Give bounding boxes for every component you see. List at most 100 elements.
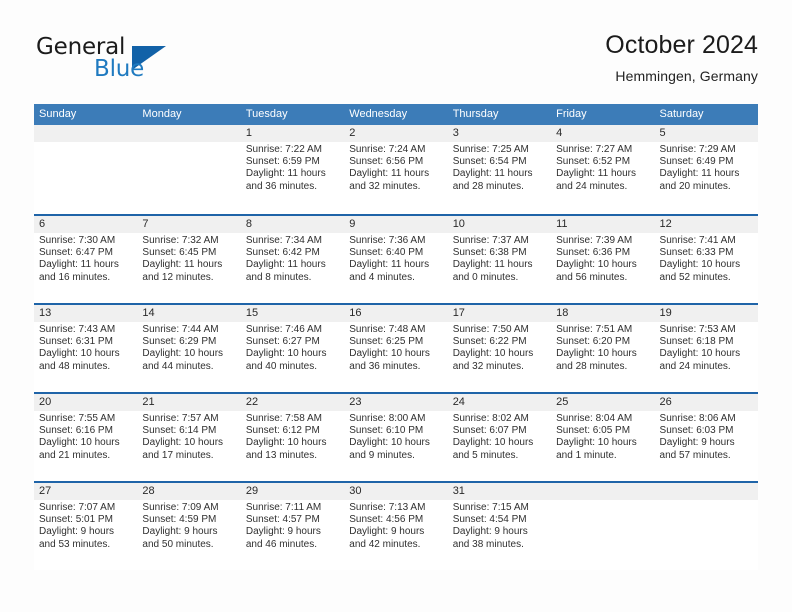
- day-sun-details: Sunrise: 8:00 AM Sunset: 6:10 PM Dayligh…: [349, 413, 430, 461]
- page-title: October 2024: [605, 31, 758, 59]
- day-cell-29[interactable]: 29 Sunrise: 7:11 AM Sunset: 4:57 PM Dayli…: [240, 483, 345, 570]
- day-number: 26: [654, 394, 758, 411]
- weekday-header-friday: Friday: [556, 108, 587, 120]
- day-sun-details: Sunrise: 7:07 AM Sunset: 5:01 PM Dayligh…: [39, 502, 116, 550]
- day-number: 22: [240, 394, 345, 411]
- day-sun-details: Sunrise: 7:34 AM Sunset: 6:42 PM Dayligh…: [245, 235, 326, 283]
- general-blue-logo[interactable]: General Blue: [34, 34, 224, 92]
- day-cell-9[interactable]: 9 Sunrise: 7:36 AM Sunset: 6:40 PM Daylig…: [344, 216, 448, 303]
- day-sun-details: Sunrise: 7:11 AM Sunset: 4:57 PM Dayligh…: [245, 502, 322, 550]
- day-number: 25: [551, 394, 655, 411]
- location-subtitle: Hemmingen, Germany: [615, 68, 758, 84]
- day-cell-12[interactable]: 12 Sunrise: 7:41 AM Sunset: 6:33 PM Dayli…: [654, 216, 758, 303]
- day-sun-details: Sunrise: 8:04 AM Sunset: 6:05 PM Dayligh…: [556, 413, 637, 461]
- day-number: 10: [447, 216, 552, 233]
- day-sun-details: Sunrise: 7:51 AM Sunset: 6:20 PM Dayligh…: [556, 324, 637, 372]
- day-cell-18[interactable]: 18 Sunrise: 7:51 AM Sunset: 6:20 PM Dayli…: [551, 305, 655, 392]
- day-cell-28[interactable]: 28 Sunrise: 7:09 AM Sunset: 4:59 PM Dayli…: [137, 483, 241, 570]
- day-cell-10[interactable]: 10 Sunrise: 7:37 AM Sunset: 6:38 PM Dayli…: [447, 216, 552, 303]
- day-number: 16: [344, 305, 448, 322]
- day-sun-details: Sunrise: 8:06 AM Sunset: 6:03 PM Dayligh…: [659, 413, 736, 461]
- day-number: 19: [654, 305, 758, 322]
- day-number: [551, 483, 655, 500]
- day-cell-7[interactable]: 7 Sunrise: 7:32 AM Sunset: 6:45 PM Daylig…: [137, 216, 241, 303]
- day-sun-details: Sunrise: 7:39 AM Sunset: 6:36 PM Dayligh…: [556, 235, 637, 283]
- day-cell-8[interactable]: 8 Sunrise: 7:34 AM Sunset: 6:42 PM Daylig…: [240, 216, 345, 303]
- day-cell-14[interactable]: 14 Sunrise: 7:44 AM Sunset: 6:29 PM Dayli…: [137, 305, 241, 392]
- day-cell-30[interactable]: 30 Sunrise: 7:13 AM Sunset: 4:56 PM Dayli…: [344, 483, 448, 570]
- calendar-week-row: 1 Sunrise: 7:22 AM Sunset: 6:59 PM Daylig…: [34, 125, 758, 214]
- day-sun-details: Sunrise: 7:55 AM Sunset: 6:16 PM Dayligh…: [39, 413, 120, 461]
- day-cell-13[interactable]: 13 Sunrise: 7:43 AM Sunset: 6:31 PM Dayli…: [34, 305, 138, 392]
- day-number: 30: [344, 483, 448, 500]
- logo-text-blue: Blue: [94, 56, 145, 82]
- day-cell-15[interactable]: 15 Sunrise: 7:46 AM Sunset: 6:27 PM Dayli…: [240, 305, 345, 392]
- day-cell-24[interactable]: 24 Sunrise: 8:02 AM Sunset: 6:07 PM Dayli…: [447, 394, 552, 481]
- calendar-weeks: 1 Sunrise: 7:22 AM Sunset: 6:59 PM Daylig…: [34, 125, 758, 570]
- day-number: [137, 125, 241, 142]
- day-number: 8: [240, 216, 345, 233]
- day-number: 29: [240, 483, 345, 500]
- day-number: 24: [447, 394, 552, 411]
- day-sun-details: Sunrise: 7:22 AM Sunset: 6:59 PM Dayligh…: [245, 144, 326, 192]
- day-cell-16[interactable]: 16 Sunrise: 7:48 AM Sunset: 6:25 PM Dayli…: [344, 305, 448, 392]
- day-sun-details: Sunrise: 7:09 AM Sunset: 4:59 PM Dayligh…: [142, 502, 219, 550]
- weekday-header-tuesday: Tuesday: [245, 108, 288, 120]
- day-sun-details: Sunrise: 7:29 AM Sunset: 6:49 PM Dayligh…: [659, 144, 740, 192]
- day-cell-5[interactable]: 5 Sunrise: 7:29 AM Sunset: 6:49 PM Daylig…: [654, 125, 758, 214]
- day-cell-22[interactable]: 22 Sunrise: 7:58 AM Sunset: 6:12 PM Dayli…: [240, 394, 345, 481]
- day-sun-details: [655, 500, 758, 502]
- day-number: 7: [137, 216, 241, 233]
- day-sun-details: Sunrise: 7:25 AM Sunset: 6:54 PM Dayligh…: [452, 144, 533, 192]
- day-number: [654, 483, 758, 500]
- day-sun-details: Sunrise: 7:24 AM Sunset: 6:56 PM Dayligh…: [349, 144, 430, 192]
- day-cell-6[interactable]: 6 Sunrise: 7:30 AM Sunset: 6:47 PM Daylig…: [34, 216, 138, 303]
- day-cell-20[interactable]: 20 Sunrise: 7:55 AM Sunset: 6:16 PM Dayli…: [34, 394, 138, 481]
- calendar-week-row: 27 Sunrise: 7:07 AM Sunset: 5:01 PM Dayli…: [34, 481, 758, 570]
- day-number: 2: [344, 125, 448, 142]
- day-cell-19[interactable]: 19 Sunrise: 7:53 AM Sunset: 6:18 PM Dayli…: [654, 305, 758, 392]
- day-cell-4[interactable]: 4 Sunrise: 7:27 AM Sunset: 6:52 PM Daylig…: [551, 125, 655, 214]
- day-number: 23: [344, 394, 448, 411]
- day-cell-11[interactable]: 11 Sunrise: 7:39 AM Sunset: 6:36 PM Dayli…: [551, 216, 655, 303]
- day-number: 11: [551, 216, 655, 233]
- weekday-header-row: Sunday Monday Tuesday Wednesday Thursday Frid…: [34, 104, 758, 125]
- day-number: 3: [447, 125, 552, 142]
- day-sun-details: Sunrise: 7:15 AM Sunset: 4:54 PM Dayligh…: [452, 502, 529, 550]
- day-sun-details: Sunrise: 7:36 AM Sunset: 6:40 PM Dayligh…: [349, 235, 430, 283]
- day-sun-details: Sunrise: 7:48 AM Sunset: 6:25 PM Dayligh…: [349, 324, 430, 372]
- calendar-grid: Sunday Monday Tuesday Wednesday Thursday Frid…: [34, 104, 758, 570]
- day-sun-details: Sunrise: 7:32 AM Sunset: 6:45 PM Dayligh…: [142, 235, 223, 283]
- day-cell-3[interactable]: 3 Sunrise: 7:25 AM Sunset: 6:54 PM Daylig…: [447, 125, 552, 214]
- day-number: 20: [34, 394, 138, 411]
- day-number: 9: [344, 216, 448, 233]
- day-number: 6: [34, 216, 138, 233]
- day-cell-17[interactable]: 17 Sunrise: 7:50 AM Sunset: 6:22 PM Dayli…: [447, 305, 552, 392]
- calendar-week-row: 6 Sunrise: 7:30 AM Sunset: 6:47 PM Daylig…: [34, 214, 758, 303]
- day-cell-26[interactable]: 26 Sunrise: 8:06 AM Sunset: 6:03 PM Dayli…: [654, 394, 758, 481]
- day-sun-details: Sunrise: 7:50 AM Sunset: 6:22 PM Dayligh…: [452, 324, 534, 372]
- day-sun-details: Sunrise: 8:02 AM Sunset: 6:07 PM Dayligh…: [452, 413, 534, 461]
- day-sun-details: Sunrise: 7:58 AM Sunset: 6:12 PM Dayligh…: [245, 413, 327, 461]
- page-header: General Blue October 2024 Hemmingen, Ger…: [34, 30, 758, 96]
- day-cell-2[interactable]: 2 Sunrise: 7:24 AM Sunset: 6:56 PM Daylig…: [344, 125, 448, 214]
- weekday-header-sunday: Sunday: [39, 108, 77, 120]
- day-cell-21[interactable]: 21 Sunrise: 7:57 AM Sunset: 6:14 PM Dayli…: [137, 394, 241, 481]
- day-sun-details: Sunrise: 7:27 AM Sunset: 6:52 PM Dayligh…: [556, 144, 636, 192]
- day-number: 13: [34, 305, 138, 322]
- day-cell-empty: [654, 483, 758, 570]
- day-number: 17: [447, 305, 552, 322]
- day-cell-31[interactable]: 31 Sunrise: 7:15 AM Sunset: 4:54 PM Dayli…: [447, 483, 552, 570]
- day-sun-details: Sunrise: 7:57 AM Sunset: 6:14 PM Dayligh…: [142, 413, 224, 461]
- day-number: 1: [240, 125, 345, 142]
- day-sun-details: Sunrise: 7:37 AM Sunset: 6:38 PM Dayligh…: [452, 235, 533, 283]
- day-sun-details: [137, 142, 240, 144]
- day-sun-details: [551, 500, 654, 502]
- day-cell-23[interactable]: 23 Sunrise: 8:00 AM Sunset: 6:10 PM Dayli…: [344, 394, 448, 481]
- day-cell-27[interactable]: 27 Sunrise: 7:07 AM Sunset: 5:01 PM Dayli…: [34, 483, 138, 570]
- day-sun-details: Sunrise: 7:43 AM Sunset: 6:31 PM Dayligh…: [39, 324, 120, 372]
- weekday-header-thursday: Thursday: [452, 108, 499, 120]
- day-sun-details: [34, 142, 137, 144]
- day-cell-1[interactable]: 1 Sunrise: 7:22 AM Sunset: 6:59 PM Daylig…: [240, 125, 345, 214]
- day-cell-25[interactable]: 25 Sunrise: 8:04 AM Sunset: 6:05 PM Dayli…: [551, 394, 655, 481]
